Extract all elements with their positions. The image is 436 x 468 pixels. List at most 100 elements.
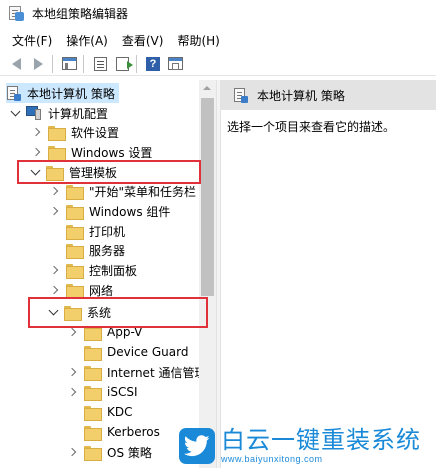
back-arrow-icon <box>11 57 21 70</box>
console-tree-icon <box>61 57 77 70</box>
watermark-title: 白云一键重装系统 <box>221 426 421 454</box>
chevron-down-icon <box>48 305 58 315</box>
chevron-right-icon <box>67 367 76 377</box>
title-bar: 本地组策略编辑器 <box>0 0 436 26</box>
folder-icon <box>66 243 84 259</box>
tree-item-label: 本地计算机 策略 <box>27 86 115 101</box>
expand-toggle[interactable] <box>67 327 78 337</box>
tree-item-admin-templates[interactable]: 管理模板 <box>30 162 117 182</box>
folder-icon <box>66 184 84 200</box>
menu-action[interactable]: 操作(A) <box>59 32 115 49</box>
folder-icon <box>46 165 64 181</box>
tree-item-iscsi[interactable]: iSCSI <box>67 382 138 402</box>
filter-icon <box>167 57 183 70</box>
toolbar-separator <box>52 54 53 73</box>
tree-item-kdc[interactable]: KDC <box>84 402 133 422</box>
tree-scrollbar[interactable] <box>199 80 216 468</box>
tree-item-os-policy[interactable]: OS 策略 <box>67 442 152 462</box>
details-description: 选择一个项目来查看它的描述。 <box>227 120 396 134</box>
tree-item-label: iSCSI <box>107 385 138 399</box>
scroll-up-arrow-icon[interactable] <box>203 86 211 90</box>
show-tree-button[interactable] <box>59 54 79 74</box>
folder-icon <box>84 405 102 421</box>
tree-item-label: Device Guard <box>107 345 189 359</box>
expand-toggle[interactable] <box>31 127 42 137</box>
chevron-down-icon <box>30 165 40 175</box>
expand-toggle[interactable] <box>67 447 78 457</box>
toolbar: ? <box>0 52 436 76</box>
tree-item-label: 管理模板 <box>69 165 118 180</box>
menu-bar: 文件(F) 操作(A) 查看(V) 帮助(H) <box>0 30 436 50</box>
export-list-button[interactable] <box>112 54 133 74</box>
folder-icon <box>84 325 102 341</box>
export-icon <box>115 56 133 71</box>
tree-item-device-guard[interactable]: Device Guard <box>84 342 188 362</box>
twitter-bird-icon <box>179 428 215 464</box>
menu-help[interactable]: 帮助(H) <box>170 32 226 49</box>
console-tree: 本地计算机 策略 计算机配置 软件设置 Windows 设置 管理模板 "开始"… <box>0 80 216 468</box>
details-pane: 本地计算机 策略 选择一个项目来查看它的描述。 <box>221 80 436 468</box>
chevron-right-icon <box>67 387 76 397</box>
tree-item-windows-components[interactable]: Windows 组件 <box>49 201 170 221</box>
chevron-right-icon <box>49 206 58 216</box>
scroll-thumb[interactable] <box>201 98 214 296</box>
chevron-right-icon <box>31 147 40 157</box>
forward-button[interactable] <box>28 54 48 74</box>
policy-icon <box>6 85 21 101</box>
tree-item-system[interactable]: 系统 <box>48 302 111 322</box>
tree-item-computer-config[interactable]: 计算机配置 <box>10 103 108 123</box>
menu-view[interactable]: 查看(V) <box>115 32 171 49</box>
expand-toggle[interactable] <box>49 285 60 295</box>
chevron-right-icon <box>31 127 40 137</box>
folder-icon <box>84 345 102 361</box>
toolbar-separator <box>83 54 84 73</box>
window-title: 本地组策略编辑器 <box>32 6 129 21</box>
watermark-logo: 白云一键重装系统 www.baiyunxitong.com <box>173 424 436 468</box>
expand-toggle[interactable] <box>67 387 78 397</box>
tree-item-root[interactable]: 本地计算机 策略 <box>6 83 119 103</box>
tree-item-appv[interactable]: App-V <box>67 322 143 342</box>
tree-item-label: Internet 通信管理 <box>107 365 207 380</box>
tree-item-label: 网络 <box>89 283 114 298</box>
tree-item-printers[interactable]: 打印机 <box>66 221 125 241</box>
properties-button[interactable] <box>90 54 110 74</box>
tree-item-internet-comm[interactable]: Internet 通信管理 <box>67 362 207 382</box>
watermark-text: 白云一键重装系统 www.baiyunxitong.com <box>221 427 421 465</box>
tree-item-control-panel[interactable]: 控制面板 <box>49 260 137 280</box>
tree-item-windows-settings[interactable]: Windows 设置 <box>31 142 153 162</box>
chevron-right-icon <box>67 447 76 457</box>
tree-item-start-menu[interactable]: "开始"菜单和任务栏 <box>49 181 196 201</box>
tree-item-label: App-V <box>107 325 143 339</box>
collapse-toggle[interactable] <box>10 106 20 118</box>
tree-item-label: 服务器 <box>89 243 126 258</box>
properties-icon <box>93 56 107 71</box>
help-icon: ? <box>146 56 160 71</box>
back-button[interactable] <box>6 54 26 74</box>
menu-file[interactable]: 文件(F) <box>5 32 59 49</box>
expand-toggle[interactable] <box>31 147 42 157</box>
folder-icon <box>84 365 102 381</box>
tree-item-label: Windows 设置 <box>71 145 153 160</box>
tree-item-software-settings[interactable]: 软件设置 <box>31 122 119 142</box>
tree-item-servers[interactable]: 服务器 <box>66 240 125 260</box>
chevron-right-icon <box>67 327 76 337</box>
collapse-toggle[interactable] <box>48 305 58 317</box>
watermark-url: www.baiyunxitong.com <box>221 454 323 464</box>
tree-item-kerberos[interactable]: Kerberos <box>84 422 160 442</box>
expand-toggle[interactable] <box>49 206 60 216</box>
chevron-right-icon <box>49 186 58 196</box>
expand-toggle[interactable] <box>49 265 60 275</box>
help-button[interactable]: ? <box>143 54 163 74</box>
folder-icon <box>84 385 102 401</box>
collapse-toggle[interactable] <box>30 165 40 177</box>
expand-toggle[interactable] <box>49 186 60 196</box>
tree-item-network[interactable]: 网络 <box>49 280 114 300</box>
filter-button[interactable] <box>165 54 185 74</box>
forward-arrow-icon <box>33 57 43 70</box>
expand-toggle[interactable] <box>67 367 78 377</box>
chevron-right-icon <box>49 285 58 295</box>
tree-item-label: KDC <box>107 405 133 419</box>
tree-item-label: 打印机 <box>89 224 126 239</box>
policy-icon <box>233 87 248 103</box>
tree-item-label: OS 策略 <box>107 445 152 460</box>
